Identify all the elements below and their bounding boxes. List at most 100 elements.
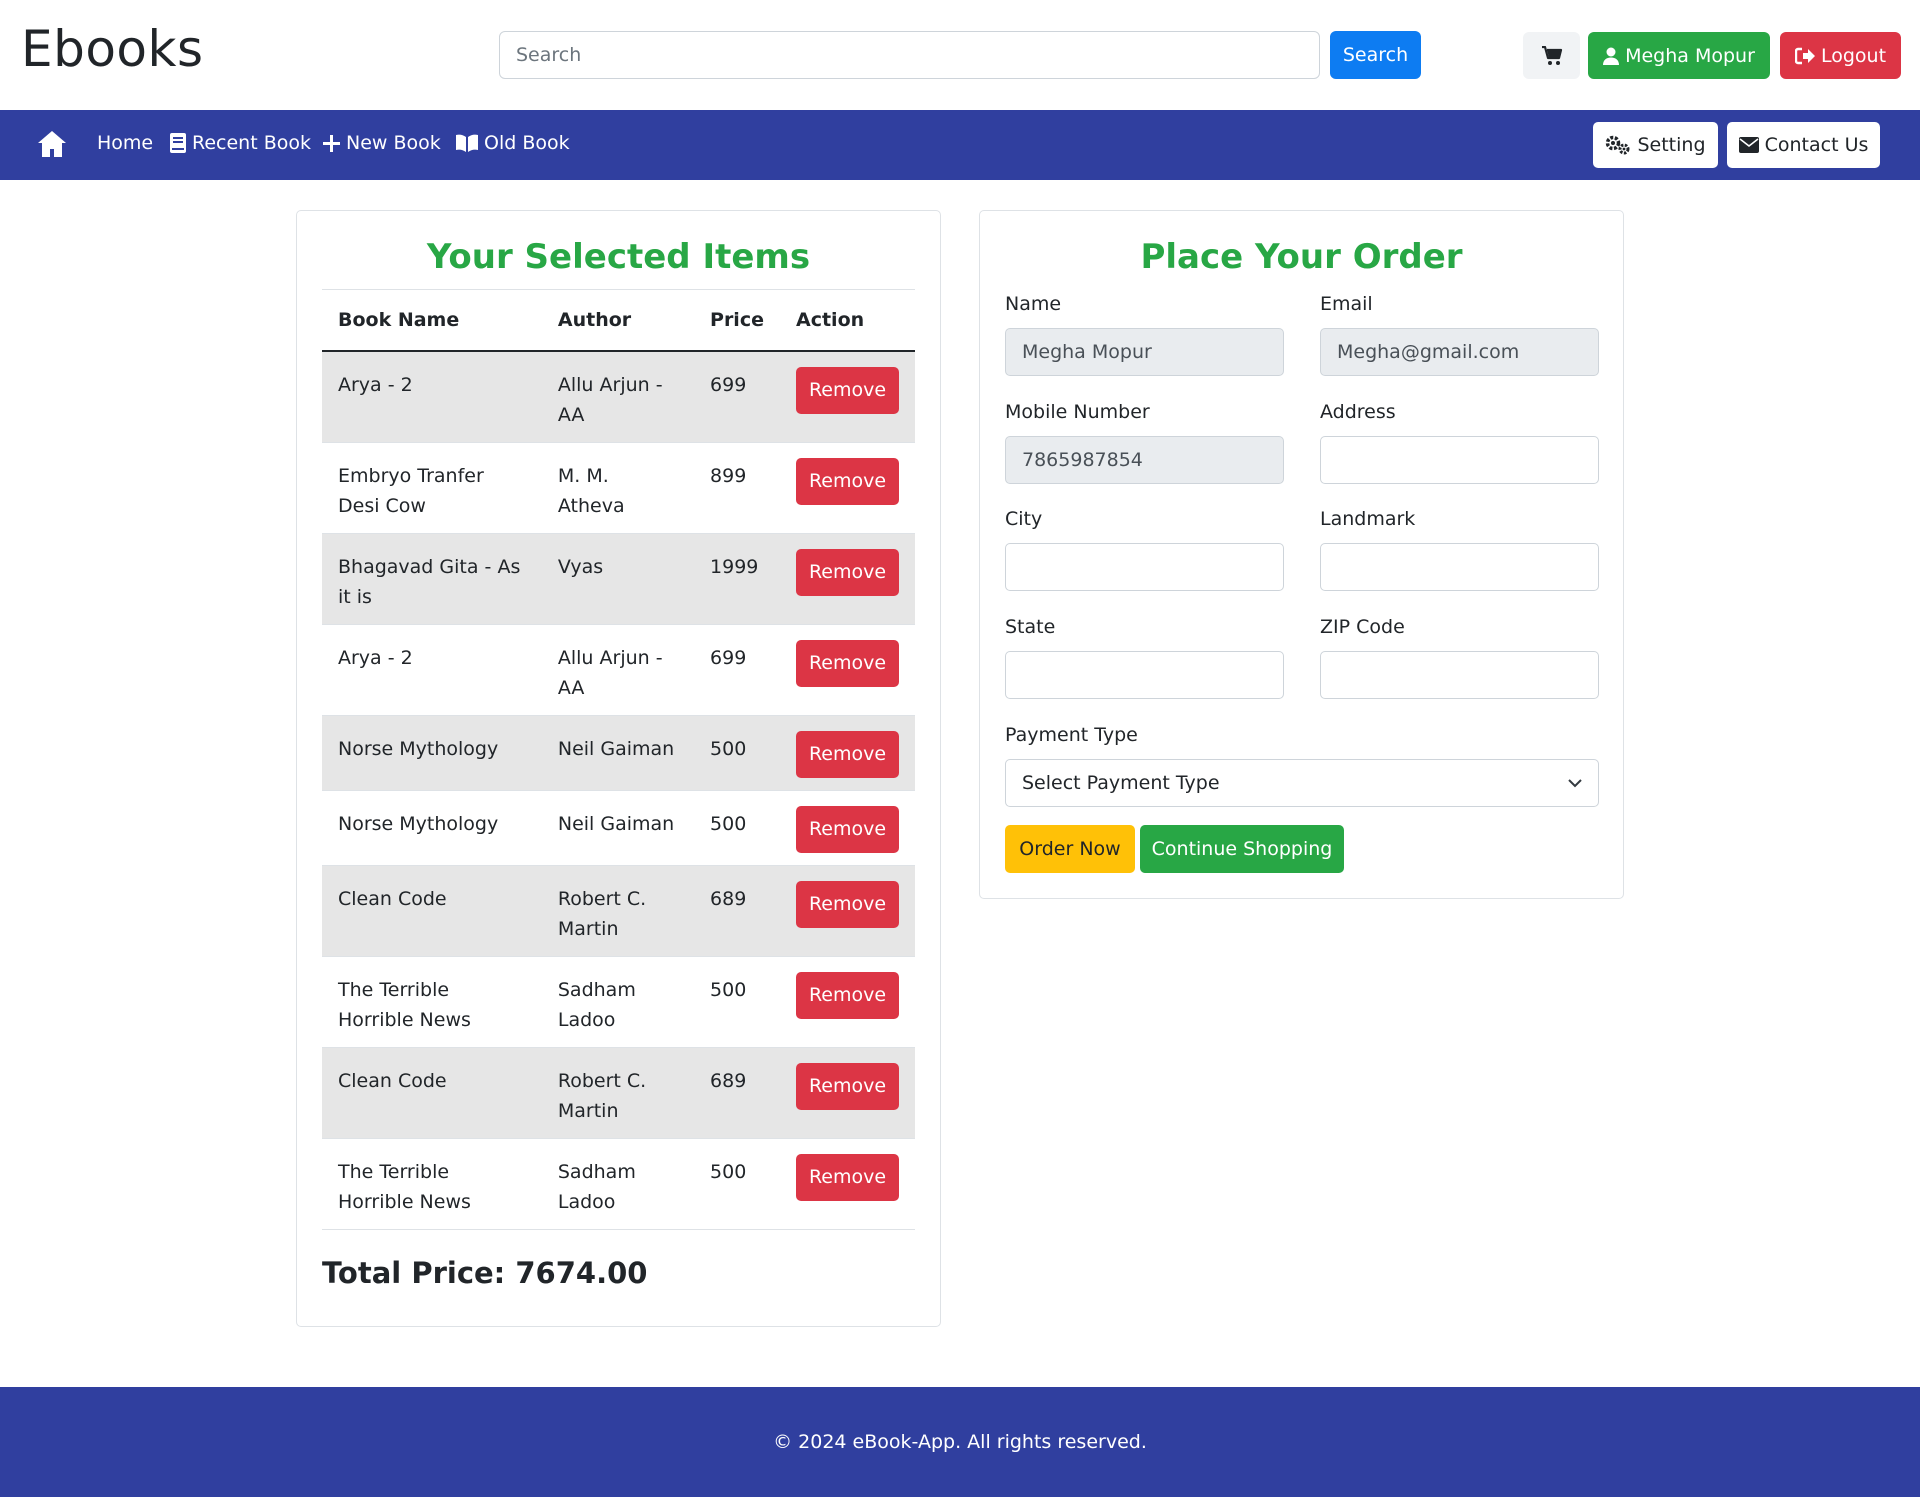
- author-cell: Vyas: [541, 533, 695, 625]
- chevron-down-icon: [1568, 778, 1582, 787]
- price-cell: 689: [694, 865, 780, 957]
- nav-item-old-book[interactable]: Old Book: [456, 132, 570, 154]
- name-field[interactable]: [1005, 328, 1284, 376]
- logout-button[interactable]: Logout: [1780, 32, 1901, 79]
- city-field[interactable]: [1005, 543, 1284, 591]
- price-cell: 1999: [694, 533, 780, 625]
- logout-label: Logout: [1820, 44, 1887, 67]
- payment-type-value: Select Payment Type: [1022, 772, 1220, 794]
- remove-button[interactable]: Remove: [796, 1062, 899, 1110]
- book-name-cell: The Terrible Horrible News: [322, 1138, 542, 1230]
- book-name-cell: Arya - 2: [322, 624, 542, 716]
- book-name-cell: Arya - 2: [322, 350, 542, 443]
- remove-button[interactable]: Remove: [796, 880, 899, 928]
- table-row: Clean Code Robert C. Martin 689 Remove: [322, 865, 915, 957]
- remove-button[interactable]: Remove: [796, 730, 899, 778]
- column-header-action: Action: [780, 289, 915, 352]
- city-label: City: [1005, 508, 1043, 530]
- continue-shopping-button[interactable]: Continue Shopping: [1140, 825, 1344, 873]
- nav-item-recent-book[interactable]: Recent Book: [170, 132, 311, 154]
- book-name-cell: The Terrible Horrible News: [322, 956, 542, 1048]
- remove-button[interactable]: Remove: [796, 971, 899, 1019]
- author-cell: Allu Arjun - AA: [541, 624, 695, 716]
- table-row: Norse Mythology Neil Gaiman 500 Remove: [322, 790, 915, 866]
- nav-item-home[interactable]: Home: [97, 132, 153, 154]
- setting-label: Setting: [1637, 134, 1706, 156]
- zip-label: ZIP Code: [1320, 616, 1405, 638]
- table-row: The Terrible Horrible News Sadham Ladoo 50…: [322, 1138, 915, 1230]
- landmark-field[interactable]: [1320, 543, 1599, 591]
- price-cell: 500: [694, 1138, 780, 1230]
- search-input[interactable]: [499, 31, 1320, 79]
- price-cell: 500: [694, 715, 780, 791]
- contact-us-label: Contact Us: [1764, 134, 1869, 156]
- book-icon: [170, 133, 186, 153]
- cart-button[interactable]: [1523, 32, 1580, 79]
- nav-item-new-book[interactable]: New Book: [323, 132, 441, 154]
- table-row: The Terrible Horrible News Sadham Ladoo 50…: [322, 956, 915, 1048]
- remove-button[interactable]: Remove: [796, 639, 899, 687]
- place-order-title: Place Your Order: [1140, 237, 1463, 277]
- place-order-card: Place Your Order Name Email Mobile Numbe…: [979, 210, 1624, 899]
- action-cell: Remove: [780, 533, 915, 625]
- book-name-cell: Clean Code: [322, 865, 542, 957]
- author-cell: M. M. Atheva: [541, 442, 695, 534]
- home-icon[interactable]: [37, 130, 67, 158]
- table-row: Norse Mythology Neil Gaiman 500 Remove: [322, 715, 915, 791]
- book-name-cell: Bhagavad Gita - As it is: [322, 533, 542, 625]
- price-cell: 500: [694, 790, 780, 866]
- user-profile-button[interactable]: Megha Mopur: [1588, 32, 1770, 79]
- email-field[interactable]: [1320, 328, 1599, 376]
- author-cell: Allu Arjun - AA: [541, 350, 695, 443]
- price-cell: 689: [694, 1047, 780, 1139]
- state-label: State: [1005, 616, 1056, 638]
- remove-button[interactable]: Remove: [796, 548, 899, 596]
- selected-items-card: Your Selected Items Book Name Author Pri…: [296, 210, 941, 1327]
- address-field[interactable]: [1320, 436, 1599, 484]
- author-cell: Robert C. Martin: [541, 1047, 695, 1139]
- order-now-button[interactable]: Order Now: [1005, 825, 1135, 873]
- address-label: Address: [1320, 401, 1396, 423]
- remove-button[interactable]: Remove: [796, 805, 899, 853]
- remove-button[interactable]: Remove: [796, 366, 899, 414]
- open-book-icon: [456, 134, 478, 152]
- contact-us-button[interactable]: Contact Us: [1727, 122, 1880, 168]
- copyright-text: © 2024 eBook-App. All rights reserved.: [773, 1431, 1147, 1453]
- column-header-price: Price: [694, 289, 780, 352]
- author-cell: Sadham Ladoo: [541, 956, 695, 1048]
- user-icon: [1603, 47, 1620, 65]
- gears-icon: [1606, 135, 1630, 155]
- nav-item-label: Old Book: [484, 132, 570, 154]
- zip-field[interactable]: [1320, 651, 1599, 699]
- brand-logo[interactable]: Ebooks: [21, 20, 204, 78]
- envelope-icon: [1738, 137, 1759, 153]
- top-header: Ebooks Search Megha Mopur Logout: [0, 0, 1920, 110]
- table-row: Embryo Tranfer Desi Cow M. M. Atheva 899 Re…: [322, 442, 915, 534]
- state-field[interactable]: [1005, 651, 1284, 699]
- payment-type-label: Payment Type: [1005, 724, 1138, 746]
- column-header-book-name: Book Name: [322, 289, 542, 352]
- table-row: Arya - 2 Allu Arjun - AA 699 Remove: [322, 350, 915, 443]
- main-navbar: Home Recent Book New Book Old Book Setti…: [0, 110, 1920, 180]
- setting-button[interactable]: Setting: [1593, 122, 1718, 168]
- book-name-cell: Norse Mythology: [322, 715, 542, 791]
- search-button[interactable]: Search: [1330, 31, 1421, 79]
- author-cell: Neil Gaiman: [541, 790, 695, 866]
- mobile-field[interactable]: [1005, 436, 1284, 484]
- table-row: Clean Code Robert C. Martin 689 Remove: [322, 1047, 915, 1139]
- book-name-cell: Norse Mythology: [322, 790, 542, 866]
- action-cell: Remove: [780, 624, 915, 716]
- book-name-cell: Clean Code: [322, 1047, 542, 1139]
- price-cell: 699: [694, 350, 780, 443]
- remove-button[interactable]: Remove: [796, 457, 899, 505]
- action-cell: Remove: [780, 956, 915, 1048]
- nav-item-label: Home: [97, 132, 154, 154]
- price-cell: 899: [694, 442, 780, 534]
- name-label: Name: [1005, 293, 1062, 315]
- selected-items-title: Your Selected Items: [426, 237, 811, 277]
- payment-type-select[interactable]: Select Payment Type: [1005, 759, 1599, 807]
- price-cell: 699: [694, 624, 780, 716]
- nav-item-label: New Book: [346, 132, 441, 154]
- author-cell: Neil Gaiman: [541, 715, 695, 791]
- remove-button[interactable]: Remove: [796, 1153, 899, 1201]
